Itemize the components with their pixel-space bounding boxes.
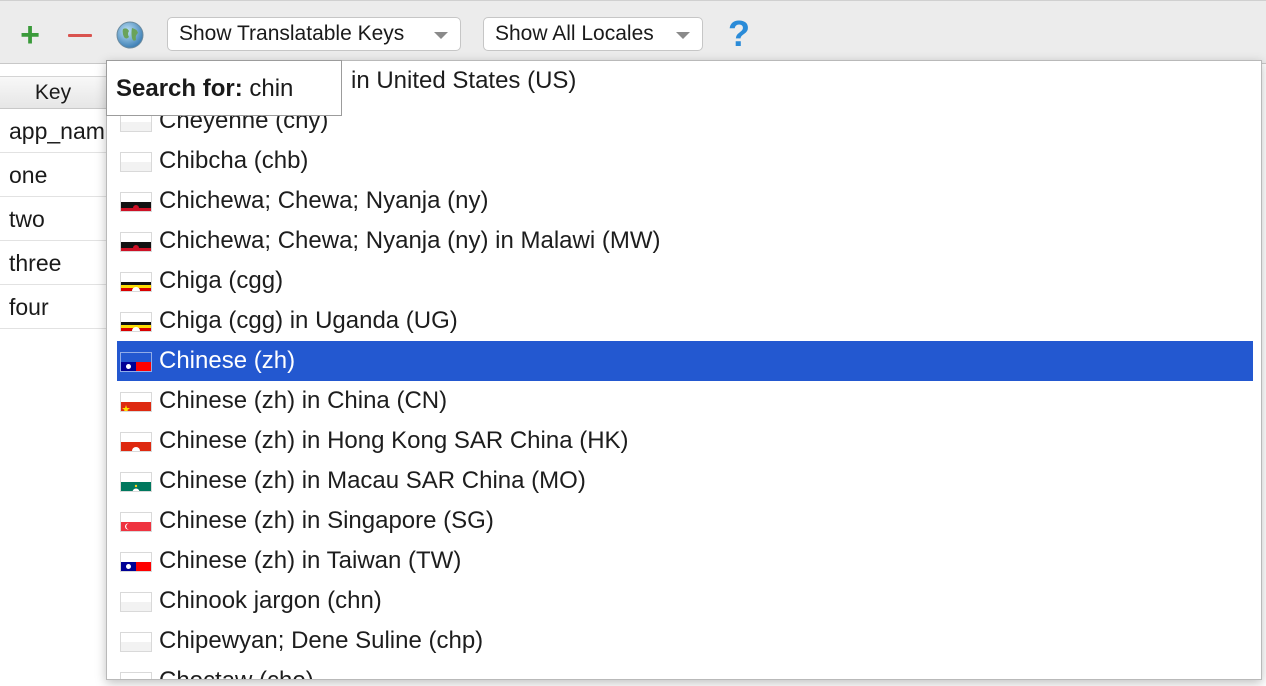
locale-label: Chichewa; Chewa; Nyanja (ny) [159,187,489,214]
list-item[interactable]: Chinese (zh) in Taiwan (TW) [117,541,1253,581]
flag-icon [120,592,152,612]
list-item-selected[interactable]: Chinese (zh) [117,341,1253,381]
flag-icon [120,472,152,492]
flag-icon [120,232,152,252]
locale-label: Chinook jargon (chn) [159,587,382,614]
locale-label: Chinese (zh) in China (CN) [159,387,448,414]
search-label: Search for: [116,75,243,102]
table-row-key[interactable]: four [0,285,106,329]
chevron-down-icon [434,32,448,39]
list-item[interactable]: Chichewa; Chewa; Nyanja (ny) [117,181,1253,221]
list-item[interactable]: Chichewa; Chewa; Nyanja (ny) in Malawi (… [117,221,1253,261]
locale-label: Chinese (zh) in Hong Kong SAR China (HK) [159,427,629,454]
locale-label: Chinese (zh) in Singapore (SG) [159,507,494,534]
flag-icon [120,632,152,652]
translatable-keys-filter-label: Show Translatable Keys [179,22,405,45]
locale-label: Chichewa; Chewa; Nyanja (ny) in Malawi (… [159,227,661,254]
search-query: chin [249,75,294,102]
list-item[interactable]: Chiga (cgg) in Uganda (UG) [117,301,1253,341]
help-button[interactable]: ? [722,15,756,53]
remove-key-button[interactable] [64,19,96,51]
chevron-down-icon [676,32,690,39]
locale-label: Chiga (cgg) in Uganda (UG) [159,307,458,334]
list-item[interactable]: Chibcha (chb) [117,141,1253,181]
type-ahead-search-tooltip: Search for: chin [106,60,342,116]
list-item[interactable]: Chinook jargon (chn) [117,581,1253,621]
flag-icon [120,392,152,412]
flag-icon [120,192,152,212]
table-row-key[interactable]: one [0,153,106,197]
globe-icon [116,21,144,49]
list-item[interactable]: Chipewyan; Dene Suline (chp) [117,621,1253,661]
table-row-key[interactable]: app_nam [0,109,106,153]
list-item[interactable]: Chiga (cgg) [117,261,1253,301]
list-item[interactable]: Chinese (zh) in China (CN) [117,381,1253,421]
flag-icon [120,272,152,292]
add-key-button[interactable]: + [14,16,46,54]
list-item[interactable]: Chinese (zh) in Macau SAR China (MO) [117,461,1253,501]
flag-icon [120,352,152,372]
locale-label: Chibcha (chb) [159,147,309,174]
plus-icon: + [20,16,40,54]
locale-label: Chipewyan; Dene Suline (chp) [159,627,484,654]
table-row-key[interactable]: two [0,197,106,241]
list-item[interactable]: Chinese (zh) in Singapore (SG) [117,501,1253,541]
list-item[interactable]: Choctaw (cho) [117,661,1253,679]
flag-icon [120,552,152,572]
flag-icon [120,312,152,332]
translatable-keys-filter-dropdown[interactable]: Show Translatable Keys [167,17,461,51]
locales-filter-dropdown[interactable]: Show All Locales [483,17,703,51]
flag-icon [120,432,152,452]
toolbar: + Show Translatable Keys Show All Locale… [0,0,1266,64]
flag-icon [120,152,152,172]
locale-label: Chinese (zh) [159,347,296,374]
locale-label: Chinese (zh) in Taiwan (TW) [159,547,462,574]
locale-label: Choctaw (cho) [159,661,314,679]
flag-icon [120,672,152,679]
key-column-header[interactable]: Key [0,76,106,109]
locales-filter-label: Show All Locales [495,22,654,45]
locale-label: Chiga (cgg) [159,267,284,294]
locale-label: Chinese (zh) in Macau SAR China (MO) [159,467,586,494]
locale-picker-list[interactable]: in United States (US) Cheyenne (chy) Chib… [106,60,1262,680]
table-row-key[interactable]: three [0,241,106,285]
minus-icon [68,33,92,37]
list-item[interactable]: Chinese (zh) in Hong Kong SAR China (HK) [117,421,1253,461]
help-icon: ? [728,13,750,54]
flag-icon [120,512,152,532]
add-locale-button[interactable] [114,19,146,51]
locale-label: in United States (US) [351,67,577,94]
